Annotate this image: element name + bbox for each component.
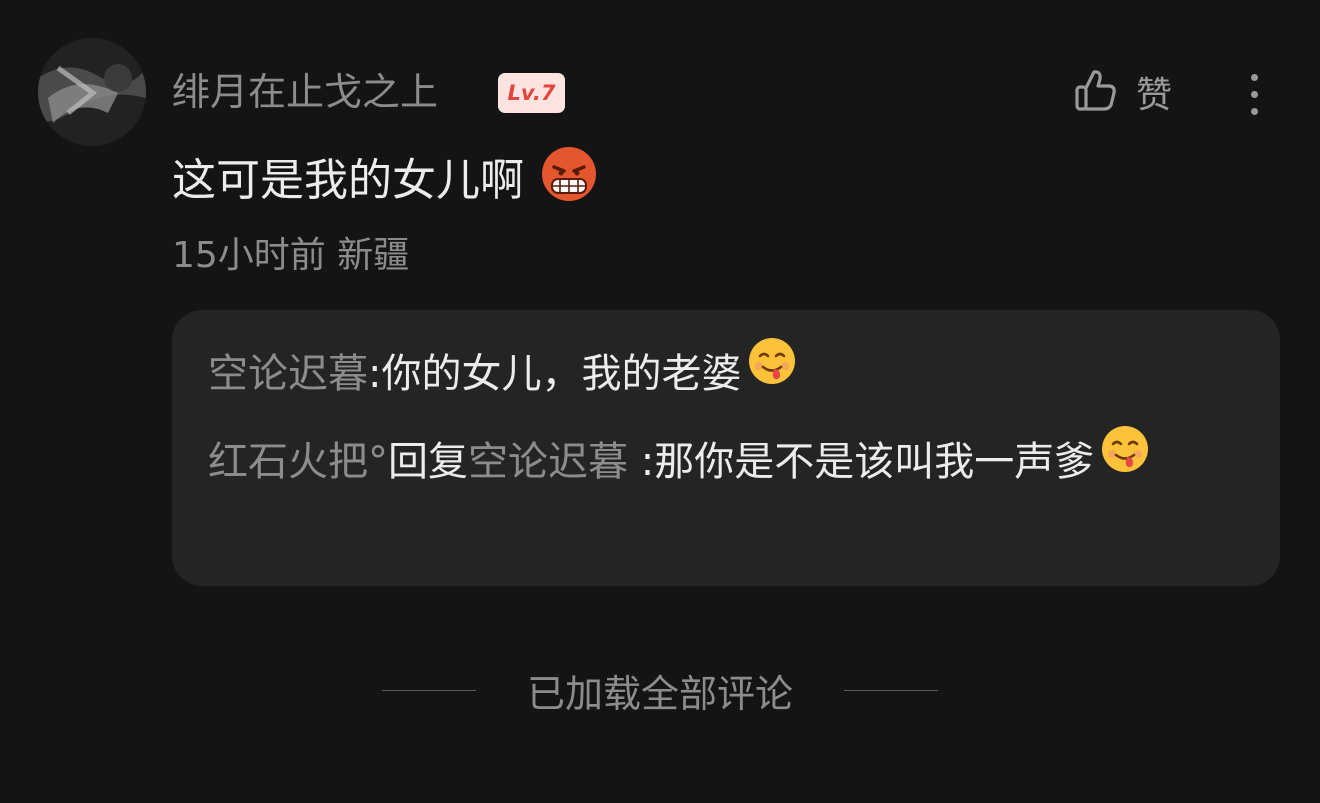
like-button[interactable]: 赞 bbox=[1074, 66, 1172, 118]
footer-text: 已加载全部评论 bbox=[526, 671, 793, 716]
divider-left bbox=[382, 689, 476, 691]
reply-target[interactable]: 空论迟暮 bbox=[468, 439, 628, 485]
comment-body: 这可是我的女儿啊 bbox=[172, 144, 598, 208]
yum-face-emoji-icon bbox=[747, 336, 797, 409]
divider-right bbox=[843, 689, 938, 691]
reply-item[interactable]: 空论迟暮:你的女儿，我的老婆 bbox=[208, 336, 1220, 413]
more-options-icon[interactable] bbox=[1238, 66, 1270, 122]
avatar[interactable] bbox=[38, 38, 146, 146]
reply-text: 那你是不是该叫我一声爹 bbox=[654, 439, 1095, 485]
username[interactable]: 绯月在止戈之上 bbox=[172, 66, 438, 118]
replies-box[interactable]: 空论迟暮:你的女儿，我的老婆 红石火把°回复空论迟暮 :那你是不是该叫我一声爹 bbox=[172, 310, 1280, 586]
reply-word: 回复 bbox=[388, 439, 468, 485]
reply-separator: : bbox=[628, 439, 655, 485]
all-comments-loaded: 已加载全部评论 bbox=[382, 662, 938, 718]
reply-item[interactable]: 红石火把°回复空论迟暮 :那你是不是该叫我一声爹 bbox=[208, 424, 1220, 501]
like-label: 赞 bbox=[1136, 75, 1173, 116]
thumbs-up-icon bbox=[1074, 67, 1118, 117]
angry-grimace-emoji-icon bbox=[540, 145, 598, 207]
reply-separator: : bbox=[368, 351, 382, 397]
comment-text: 这可是我的女儿啊 bbox=[172, 155, 524, 206]
level-badge: Lv.7 bbox=[498, 73, 565, 113]
comment-meta: 15小时前 新疆 bbox=[172, 235, 410, 276]
reply-author[interactable]: 红石火把° bbox=[208, 439, 388, 485]
yum-face-emoji-icon bbox=[1100, 424, 1150, 497]
reply-text: 你的女儿，我的老婆 bbox=[381, 351, 742, 397]
reply-author[interactable]: 空论迟暮 bbox=[208, 351, 368, 397]
